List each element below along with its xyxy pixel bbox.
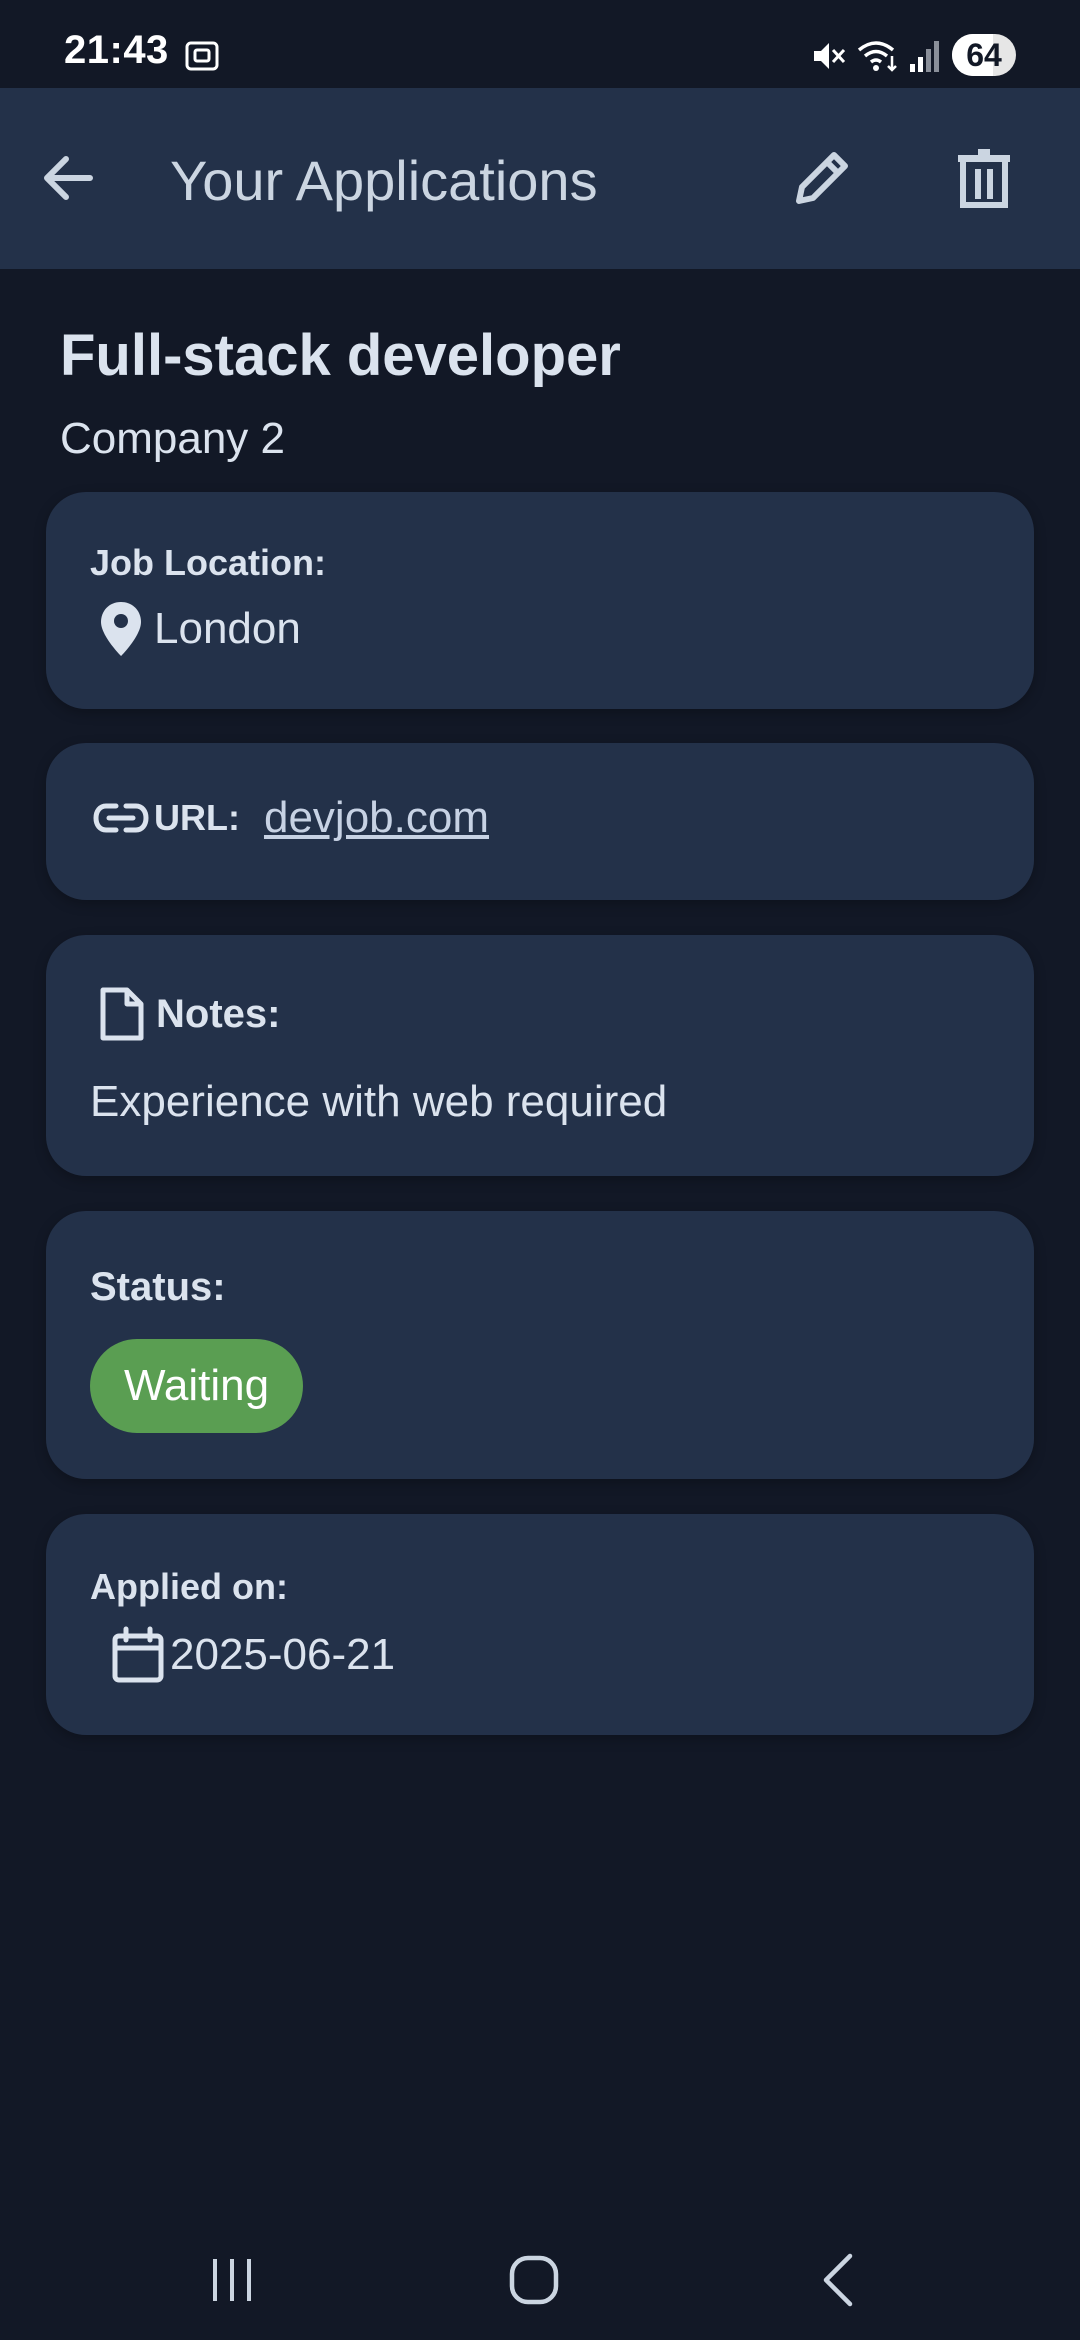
- back-button[interactable]: [28, 138, 108, 218]
- page-title: Your Applications: [170, 149, 598, 212]
- status-time: 21:43: [64, 28, 169, 72]
- mute-icon: [814, 43, 846, 69]
- notes-value: Experience with web required: [90, 1077, 668, 1126]
- url-card: URL: devjob.com: [46, 743, 1034, 900]
- back-nav-icon: [823, 2253, 853, 2307]
- job-title: Full-stack developer: [60, 323, 621, 388]
- edit-button[interactable]: [780, 136, 864, 220]
- wifi-icon: [857, 41, 897, 72]
- recents-button[interactable]: [192, 2240, 272, 2320]
- company-name: Company 2: [60, 414, 286, 463]
- location-label: Job Location:: [90, 542, 326, 583]
- map-pin-icon: [101, 602, 141, 656]
- battery-level: 64: [966, 37, 1002, 73]
- app-bar: Your Applications: [0, 88, 1080, 269]
- screenshot-icon: [185, 41, 219, 71]
- back-arrow-icon: [44, 156, 93, 200]
- notes-label: Notes:: [156, 991, 281, 1036]
- recents-icon: [213, 2259, 251, 2301]
- url-link[interactable]: devjob.com: [264, 793, 489, 843]
- status-value: Waiting: [124, 1361, 270, 1410]
- screen: 21:43 64 Your Applications Full-stack de…: [0, 0, 1080, 2340]
- status-badge: Waiting: [90, 1339, 304, 1433]
- link-icon: [93, 803, 149, 833]
- status-label: Status:: [90, 1265, 226, 1309]
- home-icon: [509, 2255, 559, 2305]
- location-card: Job Location: London: [46, 492, 1034, 709]
- calendar-icon: [112, 1626, 164, 1683]
- home-button[interactable]: [494, 2240, 574, 2320]
- delete-button[interactable]: [942, 136, 1026, 220]
- system-nav-bar: [0, 2220, 1080, 2340]
- nav-back-button[interactable]: [798, 2240, 878, 2320]
- url-label: URL:: [154, 797, 240, 838]
- signal-icon: [910, 41, 939, 72]
- applied-card: Applied on: 2025-06-21: [46, 1514, 1034, 1735]
- pencil-icon: [796, 152, 848, 204]
- applied-value: 2025-06-21: [170, 1630, 396, 1679]
- notes-card: Notes: Experience with web required: [46, 935, 1034, 1176]
- document-icon: [100, 987, 144, 1041]
- trash-icon: [958, 149, 1010, 208]
- battery-icon: 64: [952, 34, 1016, 76]
- applied-label: Applied on:: [90, 1566, 288, 1607]
- status-card: Status: Waiting: [46, 1211, 1034, 1479]
- location-value: London: [154, 604, 301, 653]
- status-bar: 21:43 64: [0, 0, 1080, 88]
